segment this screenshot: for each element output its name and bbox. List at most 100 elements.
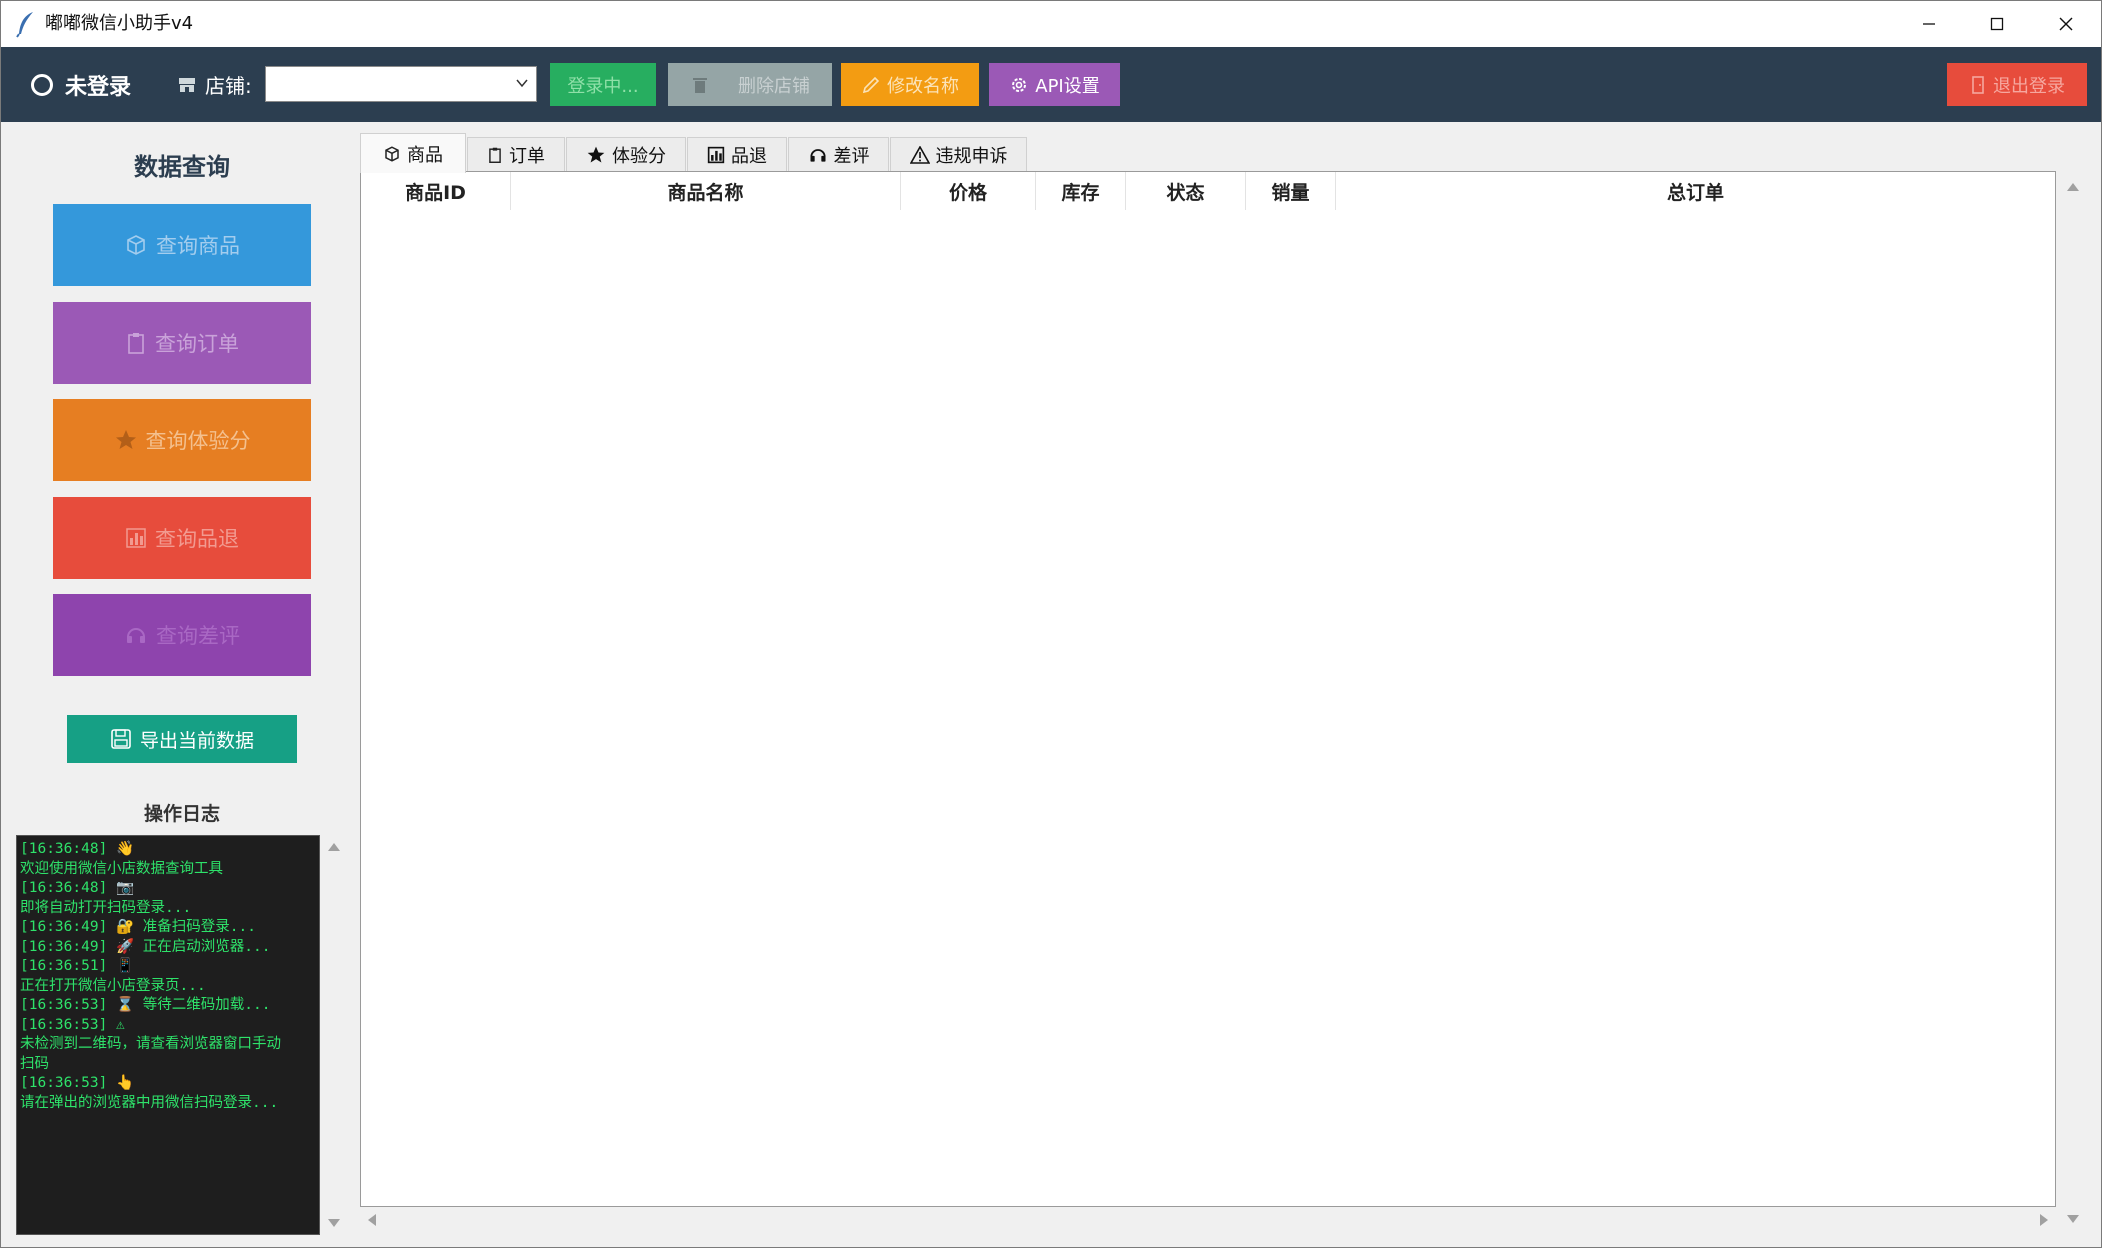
rename-button[interactable]: 修改名称 bbox=[841, 63, 979, 106]
query-returns-button[interactable]: 查询品退 bbox=[53, 497, 311, 579]
tab-score-label: 体验分 bbox=[612, 145, 666, 167]
shop-label-text: 店铺: bbox=[205, 74, 252, 98]
api-settings-label: API设置 bbox=[1035, 75, 1100, 97]
shop-label: 店铺: bbox=[177, 47, 252, 122]
log-scrollbar[interactable] bbox=[323, 835, 345, 1235]
scroll-up-arrow-icon[interactable] bbox=[328, 843, 340, 851]
scroll-down-arrow-icon[interactable] bbox=[328, 1219, 340, 1227]
star-icon bbox=[115, 430, 136, 449]
package-icon bbox=[385, 145, 399, 162]
headset-icon bbox=[809, 148, 826, 162]
title-bar: 嘟嘟微信小助手v4 bbox=[1, 1, 2101, 47]
login-button-label: 登录中... bbox=[567, 75, 639, 97]
log-line: 欢迎使用微信小店数据查询工具 bbox=[20, 860, 223, 877]
column-header-sales[interactable]: 销量 bbox=[1246, 172, 1336, 210]
log-panel[interactable]: [16:36:48] 👋 欢迎使用微信小店数据查询工具 [16:36:48] 📷… bbox=[16, 835, 320, 1235]
shop-select[interactable] bbox=[265, 66, 537, 102]
maximize-icon bbox=[1990, 17, 2004, 31]
log-line: [16:36:53] 👆 bbox=[20, 1075, 135, 1091]
query-score-label: 查询体验分 bbox=[145, 429, 251, 453]
query-orders-button[interactable]: 查询订单 bbox=[53, 302, 311, 384]
log-line: [16:36:49] 🚀 正在启动浏览器... bbox=[20, 938, 271, 955]
tab-returns-label: 品退 bbox=[731, 145, 767, 167]
log-line: [16:36:49] 🔐 准备扫码登录... bbox=[20, 919, 256, 935]
logout-button-label: 退出登录 bbox=[1993, 75, 2065, 97]
column-header-product-name[interactable]: 商品名称 bbox=[511, 172, 901, 210]
export-data-button[interactable]: 导出当前数据 bbox=[67, 715, 297, 763]
login-button[interactable]: 登录中... bbox=[550, 63, 656, 106]
tab-returns[interactable]: 品退 bbox=[687, 137, 787, 171]
log-line: [16:36:51] 📱 bbox=[20, 958, 135, 974]
export-data-label: 导出当前数据 bbox=[139, 729, 254, 752]
column-header-price[interactable]: 价格 bbox=[901, 172, 1036, 210]
log-line: 请在弹出的浏览器中用微信扫码登录... bbox=[20, 1094, 279, 1111]
query-returns-label: 查询品退 bbox=[155, 527, 239, 551]
top-toolbar: 未登录 店铺: 登录中... 删除店铺 修改名称 API设置 退出登录 bbox=[1, 47, 2101, 122]
query-bad-reviews-label: 查询差评 bbox=[156, 624, 240, 648]
pencil-icon bbox=[862, 76, 880, 93]
log-line: [16:36:48] 👋 bbox=[20, 841, 135, 857]
logout-button[interactable]: 退出登录 bbox=[1947, 63, 2087, 106]
log-line: 扫码 bbox=[20, 1055, 49, 1072]
status-circle-icon bbox=[31, 73, 53, 96]
column-header-product-id[interactable]: 商品ID bbox=[361, 172, 511, 210]
minimize-button[interactable] bbox=[1894, 1, 1964, 47]
table-horizontal-scrollbar[interactable] bbox=[360, 1207, 2056, 1233]
package-icon bbox=[127, 235, 145, 255]
products-table[interactable]: 商品ID 商品名称 价格 库存 状态 销量 总订单 bbox=[360, 171, 2056, 1207]
close-button[interactable] bbox=[2031, 1, 2101, 47]
login-status: 未登录 bbox=[31, 47, 131, 122]
login-status-text: 未登录 bbox=[65, 74, 132, 100]
log-title: 操作日志 bbox=[143, 803, 220, 825]
save-icon bbox=[111, 729, 131, 749]
log-line: 未检测到二维码，请查看浏览器窗口手动 bbox=[20, 1036, 281, 1052]
star-icon bbox=[587, 146, 605, 162]
bar-chart-icon bbox=[707, 146, 725, 163]
rename-button-label: 修改名称 bbox=[887, 75, 959, 97]
bar-chart-icon bbox=[126, 528, 146, 548]
query-score-button[interactable]: 查询体验分 bbox=[53, 399, 311, 481]
feather-icon bbox=[16, 12, 33, 38]
door-icon bbox=[1972, 75, 1984, 94]
tab-products-label: 商品 bbox=[407, 144, 443, 166]
table-vertical-scrollbar[interactable] bbox=[2059, 171, 2087, 1223]
tab-bad-reviews-label: 差评 bbox=[833, 145, 870, 167]
query-bad-reviews-button[interactable]: 查询差评 bbox=[53, 594, 311, 676]
tab-orders[interactable]: 订单 bbox=[467, 137, 565, 171]
tab-products[interactable]: 商品 bbox=[360, 133, 466, 173]
tab-bad-reviews[interactable]: 差评 bbox=[788, 137, 889, 171]
clipboard-icon bbox=[128, 333, 144, 354]
delete-shop-button[interactable]: 删除店铺 bbox=[668, 63, 832, 106]
maximize-button[interactable] bbox=[1962, 1, 2032, 47]
sidebar-title: 数据查询 bbox=[134, 153, 230, 181]
warning-icon bbox=[909, 145, 930, 164]
store-icon bbox=[179, 77, 195, 92]
query-products-button[interactable]: 查询商品 bbox=[53, 204, 311, 286]
trash-icon bbox=[693, 77, 707, 93]
window-title: 嘟嘟微信小助手v4 bbox=[45, 13, 194, 34]
chevron-down-icon bbox=[516, 79, 528, 88]
tab-violation-appeal[interactable]: 违规申诉 bbox=[890, 137, 1027, 171]
tab-score[interactable]: 体验分 bbox=[566, 137, 686, 171]
scroll-right-arrow-icon[interactable] bbox=[2040, 1214, 2048, 1226]
log-line: [16:36:48] 📷 bbox=[20, 880, 135, 896]
gear-icon bbox=[1012, 77, 1027, 92]
log-line: [16:36:53] ⚠ bbox=[20, 1016, 125, 1033]
query-orders-label: 查询订单 bbox=[155, 332, 239, 356]
close-icon bbox=[2059, 17, 2073, 31]
column-header-status[interactable]: 状态 bbox=[1126, 172, 1246, 210]
query-products-label: 查询商品 bbox=[156, 234, 240, 258]
tab-violation-appeal-label: 违规申诉 bbox=[935, 145, 1008, 167]
column-header-stock[interactable]: 库存 bbox=[1036, 172, 1126, 210]
headset-icon bbox=[127, 628, 145, 643]
tab-orders-label: 订单 bbox=[509, 145, 545, 167]
log-line: [16:36:53] ⌛ 等待二维码加载... bbox=[20, 997, 271, 1013]
log-line: 正在打开微信小店登录页... bbox=[20, 977, 206, 994]
shop-select-input[interactable] bbox=[274, 71, 498, 99]
scroll-up-arrow-icon[interactable] bbox=[2067, 183, 2079, 191]
scroll-down-arrow-icon[interactable] bbox=[2067, 1215, 2079, 1223]
minimize-icon bbox=[1923, 23, 1935, 25]
api-settings-button[interactable]: API设置 bbox=[989, 63, 1120, 106]
column-header-total-orders[interactable]: 总订单 bbox=[1336, 172, 2055, 210]
scroll-left-arrow-icon[interactable] bbox=[368, 1214, 376, 1226]
